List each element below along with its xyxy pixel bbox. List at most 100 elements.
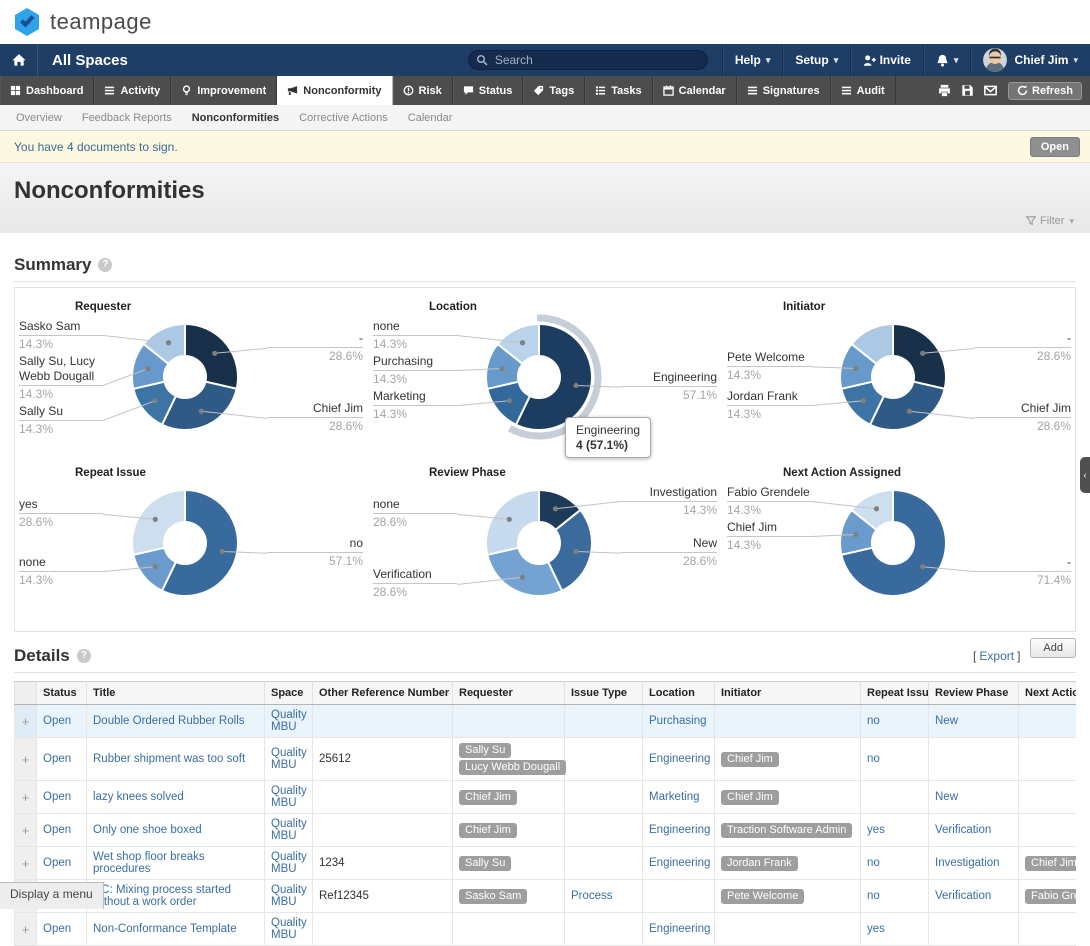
- tab-calendar[interactable]: Calendar: [653, 76, 737, 105]
- print-button[interactable]: [938, 84, 951, 97]
- user-badge[interactable]: Sally Su: [459, 856, 511, 871]
- title-link[interactable]: lazy knees solved: [93, 791, 184, 803]
- title-link[interactable]: Non-Conformance Template: [93, 923, 237, 935]
- status-link[interactable]: Open: [43, 923, 71, 935]
- expand-row-button[interactable]: +: [15, 781, 37, 814]
- column-header-review_phase[interactable]: Review Phase: [929, 682, 1019, 705]
- add-button[interactable]: Add: [1030, 638, 1076, 658]
- user-badge[interactable]: Sally Su: [459, 743, 511, 758]
- expand-row-button[interactable]: +: [15, 738, 37, 781]
- location-link[interactable]: Engineering: [649, 923, 710, 935]
- subnav-item-corrective-actions[interactable]: Corrective Actions: [289, 112, 398, 124]
- location-link[interactable]: Engineering: [649, 824, 710, 836]
- search-input[interactable]: [468, 50, 708, 70]
- user-badge[interactable]: Chief Jim: [1025, 856, 1076, 871]
- tab-dashboard[interactable]: Dashboard: [0, 76, 94, 105]
- repeat_issue-link[interactable]: no: [867, 857, 880, 869]
- expand-row-button[interactable]: +: [15, 847, 37, 880]
- title-link[interactable]: Wet shop floor breaks procedures: [93, 851, 205, 875]
- tab-nonconformity[interactable]: Nonconformity: [277, 76, 392, 105]
- user-badge[interactable]: Jordan Frank: [721, 856, 798, 871]
- subnav-item-nonconformities[interactable]: Nonconformities: [182, 112, 289, 124]
- user-badge[interactable]: Chief Jim: [721, 752, 779, 767]
- status-link[interactable]: Open: [43, 857, 71, 869]
- review_phase-link[interactable]: New: [935, 791, 958, 803]
- location-link[interactable]: Marketing: [649, 791, 700, 803]
- tab-tags[interactable]: Tags: [523, 76, 585, 105]
- status-link[interactable]: Open: [43, 791, 71, 803]
- space-link[interactable]: Quality MBU: [271, 917, 307, 941]
- invite-button[interactable]: Invite: [850, 44, 923, 76]
- subnav-item-overview[interactable]: Overview: [6, 112, 72, 124]
- tab-activity[interactable]: Activity: [94, 76, 171, 105]
- user-badge[interactable]: Traction Software Admin: [721, 823, 852, 838]
- space-link[interactable]: Quality MBU: [271, 818, 307, 842]
- title-link[interactable]: Double Ordered Rubber Rolls: [93, 715, 245, 727]
- open-documents-button[interactable]: Open: [1030, 137, 1080, 157]
- refresh-button[interactable]: Refresh: [1008, 82, 1082, 100]
- review_phase-link[interactable]: Investigation: [935, 857, 1000, 869]
- repeat_issue-link[interactable]: no: [867, 890, 880, 902]
- review_phase-link[interactable]: Verification: [935, 890, 991, 902]
- column-header-location[interactable]: Location: [643, 682, 715, 705]
- space-link[interactable]: Quality MBU: [271, 747, 307, 771]
- expand-row-button[interactable]: +: [15, 913, 37, 946]
- user-badge[interactable]: Pete Welcome: [721, 889, 804, 904]
- donut-slice--[interactable]: [185, 324, 238, 389]
- column-header-repeat_issue[interactable]: Repeat Issue: [861, 682, 929, 705]
- space-link[interactable]: Quality MBU: [271, 785, 307, 809]
- user-badge[interactable]: Fabio Grendele: [1025, 889, 1076, 904]
- export-link[interactable]: Export: [979, 649, 1014, 663]
- user-menu[interactable]: Chief Jim ▾: [970, 48, 1090, 72]
- title-link[interactable]: Only one shoe boxed: [93, 824, 202, 836]
- space-link[interactable]: Quality MBU: [271, 709, 307, 733]
- space-link[interactable]: Quality MBU: [271, 851, 307, 875]
- location-link[interactable]: Engineering: [649, 753, 710, 765]
- status-link[interactable]: Open: [43, 824, 71, 836]
- location-link[interactable]: Purchasing: [649, 715, 707, 727]
- column-header-next_action[interactable]: Next Action Assigned: [1019, 682, 1077, 705]
- repeat_issue-link[interactable]: no: [867, 753, 880, 765]
- review_phase-link[interactable]: New: [935, 715, 958, 727]
- home-button[interactable]: [0, 44, 38, 76]
- subnav-item-feedback-reports[interactable]: Feedback Reports: [72, 112, 182, 124]
- help-icon[interactable]: ?: [98, 258, 112, 272]
- expand-row-button[interactable]: +: [15, 705, 37, 738]
- repeat_issue-link[interactable]: yes: [867, 923, 885, 935]
- tab-tasks[interactable]: Tasks: [585, 76, 652, 105]
- column-header-issue_type[interactable]: Issue Type: [565, 682, 643, 705]
- expand-row-button[interactable]: +: [15, 814, 37, 847]
- user-badge[interactable]: Chief Jim: [459, 823, 517, 838]
- user-badge[interactable]: Sasko Sam: [459, 889, 527, 904]
- help-menu[interactable]: Help▾: [722, 44, 783, 76]
- notifications-button[interactable]: ▾: [923, 44, 971, 76]
- mail-button[interactable]: [984, 84, 997, 97]
- donut-slice-none[interactable]: [486, 490, 539, 555]
- tab-status[interactable]: Status: [453, 76, 524, 105]
- donut-slice-Chief Jim[interactable]: [870, 382, 945, 430]
- donut-slice-Verification[interactable]: [487, 548, 562, 596]
- column-header-space[interactable]: Space: [265, 682, 313, 705]
- save-button[interactable]: [961, 84, 974, 97]
- filter-button[interactable]: Filter ▾: [1026, 215, 1074, 227]
- user-badge[interactable]: Chief Jim: [459, 790, 517, 805]
- tab-risk[interactable]: Risk: [393, 76, 453, 105]
- donut-slice--[interactable]: [893, 324, 946, 389]
- tab-improvement[interactable]: Improvement: [171, 76, 277, 105]
- status-link[interactable]: Open: [43, 753, 71, 765]
- location-link[interactable]: Engineering: [649, 857, 710, 869]
- column-header-other_ref[interactable]: Other Reference Number: [313, 682, 453, 705]
- donut-slice-yes[interactable]: [132, 490, 185, 555]
- user-badge[interactable]: Lucy Webb Dougall: [459, 760, 566, 775]
- column-header-title[interactable]: Title: [87, 682, 265, 705]
- column-header-status[interactable]: Status: [37, 682, 87, 705]
- space-link[interactable]: Quality MBU: [271, 884, 307, 908]
- review_phase-link[interactable]: Verification: [935, 824, 991, 836]
- tab-audit[interactable]: Audit: [831, 76, 896, 105]
- user-badge[interactable]: Chief Jim: [721, 790, 779, 805]
- setup-menu[interactable]: Setup▾: [782, 44, 850, 76]
- subnav-item-calendar[interactable]: Calendar: [398, 112, 463, 124]
- donut-slice-Chief Jim[interactable]: [162, 382, 237, 430]
- status-link[interactable]: Open: [43, 715, 71, 727]
- side-panel-toggle[interactable]: ‹: [1080, 457, 1090, 493]
